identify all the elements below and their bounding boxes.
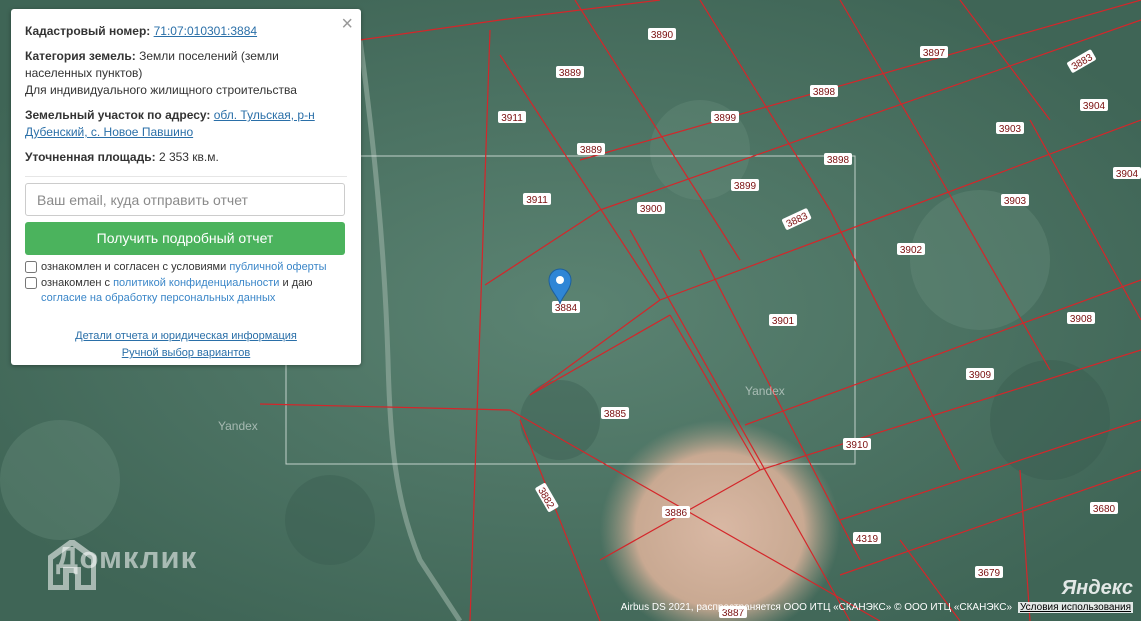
divider xyxy=(25,176,347,177)
svg-text:3890: 3890 xyxy=(651,30,674,41)
email-input[interactable] xyxy=(25,183,345,216)
plot-number-label: 3679 xyxy=(975,566,1003,579)
data-processing-consent-link[interactable]: согласие на обработку персональных данны… xyxy=(41,292,275,304)
svg-text:3901: 3901 xyxy=(772,316,795,327)
svg-text:3909: 3909 xyxy=(969,370,992,381)
map-watermark: Yandex xyxy=(745,384,785,398)
svg-text:3911: 3911 xyxy=(501,113,523,124)
terms-link[interactable]: Условия использования xyxy=(1018,602,1133,613)
cadastral-number-label: Кадастровый номер: xyxy=(25,24,151,38)
land-category-value: Земли поселений (земли xyxy=(139,49,279,63)
privacy-text: и даю xyxy=(282,277,313,289)
plot-number-label: 3899 xyxy=(711,111,739,124)
plot-number-label: 3898 xyxy=(824,153,852,166)
cadastral-number-link[interactable]: 71:07:010301:3884 xyxy=(154,24,257,38)
plot-number-label: 3904 xyxy=(1113,167,1141,180)
parcel-info-popup: × Кадастровый номер: 71:07:010301:3884 К… xyxy=(11,9,361,365)
plot-number-label: 3909 xyxy=(966,368,994,381)
plot-number-label: 3890 xyxy=(648,28,676,41)
copyright-text: Airbus DS 2021, распространяется ООО ИТЦ… xyxy=(620,602,1012,613)
svg-text:3904: 3904 xyxy=(1083,101,1106,112)
area-label: Уточненная площадь: xyxy=(25,150,156,164)
area-row: Уточненная площадь: 2 353 кв.м. xyxy=(25,149,347,166)
plot-number-label: 3904 xyxy=(1080,99,1108,112)
privacy-consent-text: ознакомлен с политикой конфиденциальност… xyxy=(41,276,347,306)
address-row: Земельный участок по адресу: обл. Тульск… xyxy=(25,107,347,141)
svg-text:3904: 3904 xyxy=(1116,169,1139,180)
plot-number-label: 4319 xyxy=(853,532,881,545)
offer-consent-row: ознакомлен и согласен с условиями публич… xyxy=(25,260,347,275)
svg-text:3903: 3903 xyxy=(1004,196,1027,207)
privacy-checkbox[interactable] xyxy=(25,277,37,289)
plot-number-label: 3911 xyxy=(498,111,526,124)
address-link[interactable]: обл. Тульская, р-н xyxy=(214,108,315,122)
svg-text:3886: 3886 xyxy=(665,508,688,519)
svg-text:3889: 3889 xyxy=(580,145,603,156)
plot-number-label: 3908 xyxy=(1067,312,1095,325)
plot-number-label: 3885 xyxy=(601,407,629,420)
svg-text:3908: 3908 xyxy=(1070,314,1093,325)
plot-number-label: 3898 xyxy=(810,85,838,98)
svg-text:3898: 3898 xyxy=(813,87,836,98)
offer-consent-text: ознакомлен и согласен с условиями публич… xyxy=(41,260,327,275)
plot-number-label: 3680 xyxy=(1090,502,1118,515)
plot-number-label: 3889 xyxy=(577,143,605,156)
svg-text:3885: 3885 xyxy=(604,409,627,420)
svg-text:3889: 3889 xyxy=(559,68,582,79)
svg-text:3679: 3679 xyxy=(978,568,1001,579)
land-category-value: населенных пунктов) xyxy=(25,66,143,80)
area-value: 2 353 кв.м. xyxy=(158,150,219,164)
get-report-button[interactable]: Получить подробный отчет xyxy=(25,222,345,255)
svg-text:3910: 3910 xyxy=(846,440,869,451)
land-category-label: Категория земель: xyxy=(25,49,136,63)
plot-number-label: 3911 xyxy=(523,193,551,206)
plot-number-label: 3910 xyxy=(843,438,871,451)
house-logo-icon xyxy=(48,540,96,590)
svg-text:3899: 3899 xyxy=(714,113,737,124)
close-icon[interactable]: × xyxy=(341,14,353,34)
address-link[interactable]: Дубенский, с. Новое Павшино xyxy=(25,125,193,139)
privacy-policy-link[interactable]: политикой конфиденциальности xyxy=(113,277,279,289)
domclick-logo: Домклик xyxy=(48,540,197,590)
svg-text:3911: 3911 xyxy=(526,195,548,206)
offer-checkbox[interactable] xyxy=(25,261,37,273)
svg-text:3897: 3897 xyxy=(923,48,946,59)
plot-number-label: 3884 xyxy=(552,301,580,314)
plot-number-label: 3897 xyxy=(920,46,948,59)
plot-number-label: 3899 xyxy=(731,179,759,192)
svg-text:3884: 3884 xyxy=(555,303,578,314)
plot-number-label: 3889 xyxy=(556,66,584,79)
land-category-row: Категория земель: Земли поселений (земли… xyxy=(25,48,347,99)
privacy-consent-row: ознакомлен с политикой конфиденциальност… xyxy=(25,276,347,306)
manual-selection-link[interactable]: Ручной выбор вариантов xyxy=(25,345,347,362)
svg-text:3903: 3903 xyxy=(999,124,1022,135)
plot-number-label: 3900 xyxy=(637,202,665,215)
bottom-links: Детали отчета и юридическая информация Р… xyxy=(25,328,347,362)
svg-text:3898: 3898 xyxy=(827,155,850,166)
offer-text: ознакомлен и согласен с условиями xyxy=(41,261,227,273)
svg-text:3902: 3902 xyxy=(900,245,923,256)
svg-text:3900: 3900 xyxy=(640,204,663,215)
plot-number-label: 3903 xyxy=(996,122,1024,135)
plot-number-label: 3886 xyxy=(662,506,690,519)
plot-number-label: 3901 xyxy=(769,314,797,327)
yandex-logo: Яндекс xyxy=(1061,577,1133,599)
public-offer-link[interactable]: публичной оферты xyxy=(229,261,326,273)
plot-number-label: 3902 xyxy=(897,243,925,256)
plot-number-label: 3903 xyxy=(1001,194,1029,207)
privacy-text: ознакомлен с xyxy=(41,277,111,289)
map-watermark: Yandex xyxy=(218,419,258,433)
report-details-link[interactable]: Детали отчета и юридическая информация xyxy=(25,328,347,345)
svg-text:3680: 3680 xyxy=(1093,504,1116,515)
svg-text:3899: 3899 xyxy=(734,181,757,192)
svg-text:4319: 4319 xyxy=(856,534,879,545)
land-usage-value: Для индивидуального жилищного строительс… xyxy=(25,83,297,97)
address-label: Земельный участок по адресу: xyxy=(25,108,211,122)
cadastral-number-row: Кадастровый номер: 71:07:010301:3884 xyxy=(25,23,347,40)
map-copyright: Airbus DS 2021, распространяется ООО ИТЦ… xyxy=(621,602,1133,613)
